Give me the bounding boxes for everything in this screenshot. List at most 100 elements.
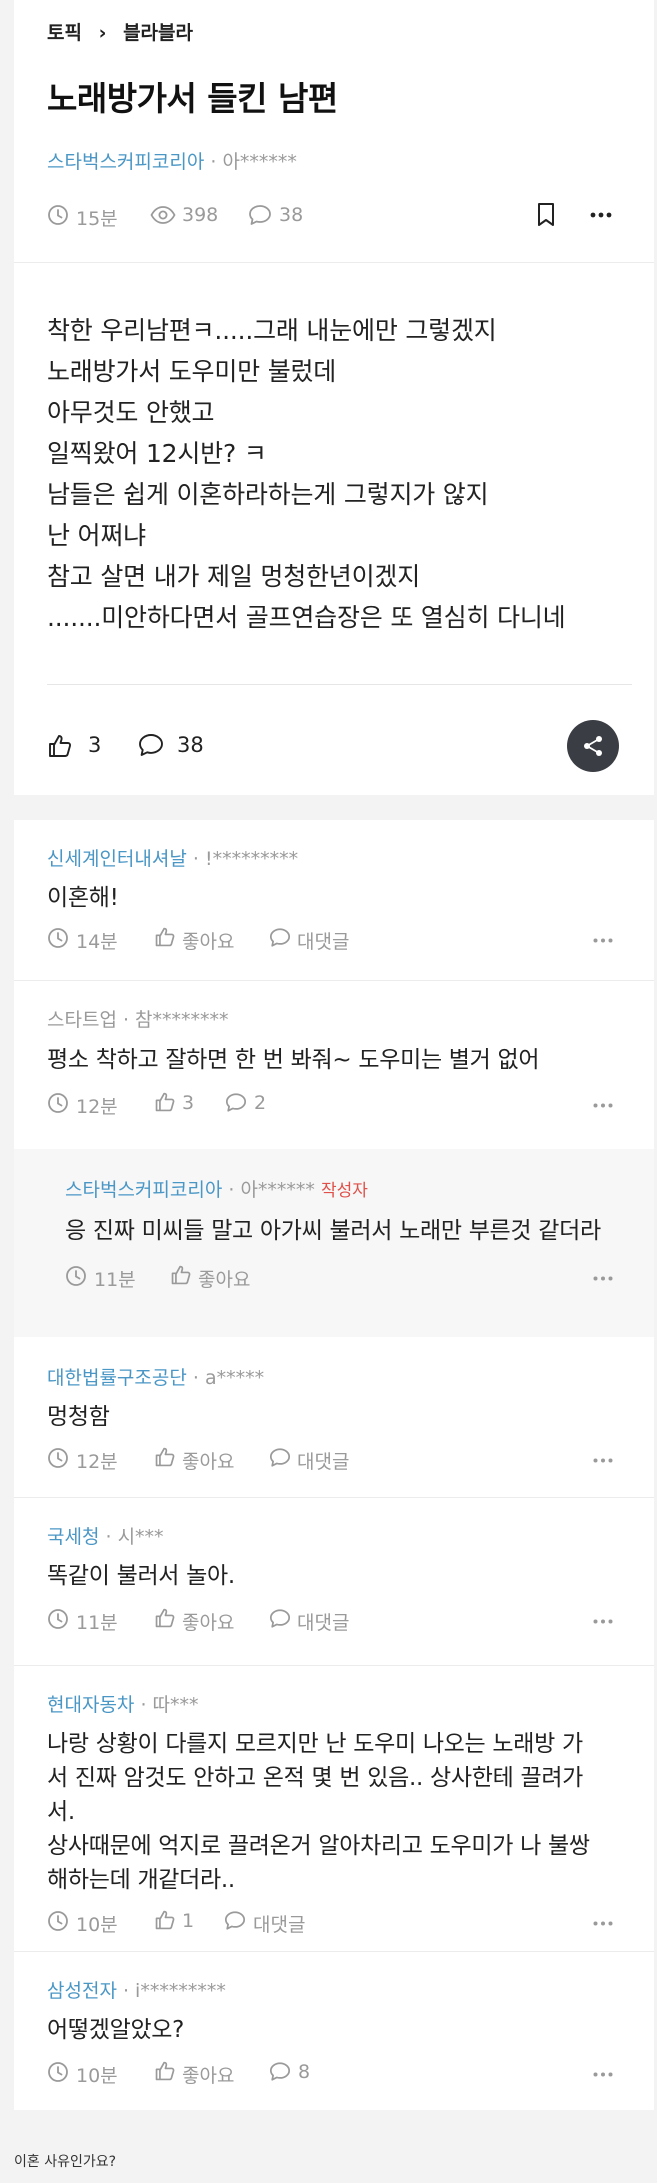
comment-text-line: 해하는데 개같더라.. (47, 1867, 235, 1893)
clock-icon (65, 1265, 87, 1287)
comment-author: 현대자동차 · 따*** (47, 1690, 199, 1717)
share-button[interactable] (567, 720, 619, 772)
like-icon[interactable] (154, 926, 176, 948)
comment-company[interactable]: 대한법률구조공단 (47, 1367, 187, 1389)
breadcrumb: 토픽 › 블라블라 (47, 18, 193, 45)
comment-like-label[interactable]: 좋아요 (182, 1447, 234, 1474)
post-body-line: .......미안하다면서 골프연습장은 또 열심히 다니네 (47, 603, 566, 632)
comment-reply-label[interactable]: 대댓글 (297, 1447, 349, 1474)
comment-reply-label[interactable]: 대댓글 (297, 927, 349, 954)
post-time: 15분 (76, 208, 118, 230)
comment-time: 12분 (76, 1096, 118, 1118)
post-author: 스타벅스커피코리아 · 아****** (47, 147, 297, 174)
comment-icon[interactable] (224, 1910, 246, 1931)
post-company[interactable]: 스타벅스커피코리아 (47, 151, 204, 173)
comments-card: 신세계인터내셔날 · !********* 이혼해! 14분 좋아요 대댓글 스… (14, 820, 654, 2110)
post-header-divider (14, 262, 654, 263)
post-author-id: · 아****** (210, 151, 297, 173)
more-icon[interactable] (593, 2072, 613, 2077)
like-icon[interactable] (170, 1264, 192, 1286)
comment-icon[interactable] (269, 927, 291, 948)
comment-time: 12분 (76, 1451, 118, 1473)
comment-icon[interactable] (269, 2061, 291, 2082)
comment-reply-count[interactable]: 8 (298, 2061, 310, 2083)
comment-text: 평소 착하고 잘하면 한 번 봐줘~ 도우미는 별거 없어 (47, 1047, 540, 1073)
comment-author-id: · !********* (192, 848, 299, 870)
comment-reply-count[interactable]: 2 (254, 1092, 266, 1114)
comment-text: 똑같이 불러서 놀아. (47, 1563, 235, 1589)
comment-text-line: 서 진짜 암것도 안하고 온적 몇 번 있음.. 상사한테 끌려가 (47, 1765, 584, 1791)
more-icon[interactable] (593, 1103, 613, 1108)
comment-like-label[interactable]: 좋아요 (182, 1608, 234, 1635)
footer-caption: 이혼 사유인가요? (14, 2154, 117, 2170)
comment-company[interactable]: 신세계인터내셔날 (47, 848, 187, 870)
comment-company[interactable]: 국세청 (47, 1526, 99, 1548)
post-body-line: 난 어쩌냐 (47, 521, 146, 550)
more-icon[interactable] (590, 212, 612, 218)
comment-time: 11분 (76, 1612, 118, 1634)
comment-like-count[interactable]: 3 (182, 1092, 194, 1114)
comment-author: 삼성전자 · i********* (47, 1976, 226, 2003)
bookmark-icon[interactable] (535, 202, 557, 228)
comment-text: 멍청함 (47, 1404, 110, 1430)
post-comment-count: 38 (177, 733, 204, 757)
comment-time: 10분 (76, 1914, 118, 1936)
like-icon[interactable] (47, 733, 73, 759)
clock-icon (47, 1447, 69, 1469)
more-icon[interactable] (593, 1276, 613, 1281)
more-icon[interactable] (593, 1458, 613, 1463)
clock-icon (47, 2061, 69, 2083)
comment-reply-label[interactable]: 대댓글 (297, 1608, 349, 1635)
comment-text: 이혼해! (47, 885, 119, 911)
comment-author: 스타벅스커피코리아 · 아****** 작성자 (65, 1175, 368, 1202)
comment-author: 대한법률구조공단 · a***** (47, 1363, 264, 1390)
like-icon[interactable] (154, 1909, 176, 1931)
comment-like-label[interactable]: 좋아요 (198, 1265, 250, 1292)
comment-time: 10분 (76, 2065, 118, 2087)
comment-icon[interactable] (138, 733, 164, 758)
comment-company[interactable]: 삼성전자 (47, 1980, 117, 2002)
comment-item: 스타트업 · 참******** 평소 착하고 잘하면 한 번 봐줘~ 도우미는… (14, 981, 654, 1149)
post-body-line: 아무것도 안했고 (47, 398, 215, 427)
comment-reply-label[interactable]: 대댓글 (253, 1910, 305, 1937)
comment-company[interactable]: 스타트업 (47, 1009, 117, 1031)
breadcrumb-topic[interactable]: 토픽 (47, 22, 82, 44)
like-icon[interactable] (154, 1607, 176, 1629)
more-icon[interactable] (593, 938, 613, 943)
reply-item: 스타벅스커피코리아 · 아****** 작성자 응 진짜 미씨들 말고 아가씨 … (14, 1149, 654, 1337)
comment-like-label[interactable]: 좋아요 (182, 2061, 234, 2088)
clock-icon (47, 204, 69, 226)
comment-icon[interactable] (269, 1447, 291, 1468)
post-body-line: 착한 우리남편ㅋ.....그래 내눈에만 그렇겠지 (47, 316, 497, 345)
comment-author-id: · i********* (122, 1980, 226, 2002)
post-body-line: 참고 살면 내가 제일 멍청한년이겠지 (47, 562, 420, 591)
comment-icon (248, 204, 272, 226)
author-badge: 작성자 (320, 1181, 368, 1201)
comment-like-count[interactable]: 1 (182, 1910, 194, 1932)
post-like-count: 3 (88, 733, 102, 757)
more-icon[interactable] (593, 1619, 613, 1624)
comment-icon[interactable] (269, 1608, 291, 1629)
comment-like-label[interactable]: 좋아요 (182, 927, 234, 954)
comment-item: 신세계인터내셔날 · !********* 이혼해! 14분 좋아요 대댓글 (14, 820, 654, 980)
comment-time: 11분 (94, 1269, 136, 1291)
comment-item: 현대자동차 · 따*** 나랑 상황이 다를지 모르지만 난 도우미 나오는 노… (14, 1666, 654, 1951)
like-icon[interactable] (154, 1091, 176, 1113)
like-icon[interactable] (154, 1446, 176, 1468)
post-body-line: 남들은 쉽게 이혼하라하는게 그렇지가 않지 (47, 480, 489, 509)
eye-icon (150, 205, 176, 225)
breadcrumb-board[interactable]: 블라블라 (123, 22, 193, 44)
like-icon[interactable] (154, 2060, 176, 2082)
comment-author: 스타트업 · 참******** (47, 1005, 229, 1032)
comment-icon[interactable] (225, 1092, 247, 1113)
clock-icon (47, 927, 69, 949)
post-title: 노래방가서 들킨 남편 (47, 79, 338, 118)
post-card: 토픽 › 블라블라 노래방가서 들킨 남편 스타벅스커피코리아 · 아*****… (14, 0, 654, 795)
comment-text-line: 서. (47, 1799, 75, 1825)
more-icon[interactable] (593, 1921, 613, 1926)
comment-company[interactable]: 스타벅스커피코리아 (65, 1179, 222, 1201)
comment-author: 국세청 · 시*** (47, 1522, 164, 1549)
comment-company[interactable]: 현대자동차 (47, 1694, 134, 1716)
clock-icon (47, 1608, 69, 1630)
post-body-line: 일찍왔어 12시반? ㅋ (47, 439, 267, 468)
